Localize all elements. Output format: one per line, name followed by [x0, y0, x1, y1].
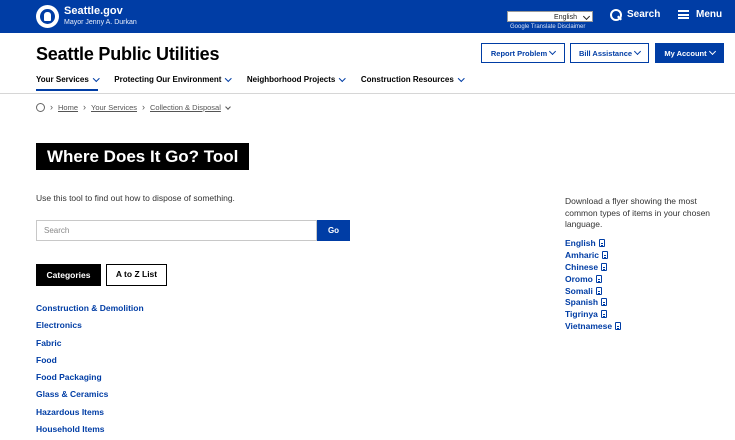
- nav-your-services[interactable]: Your Services: [36, 74, 100, 91]
- flyer-link-label: Chinese: [565, 261, 599, 272]
- page-title: Where Does It Go? Tool: [36, 143, 250, 170]
- nav-label: Your Services: [36, 75, 89, 84]
- flyer-link-spanish[interactable]: Spanish: [565, 296, 621, 308]
- category-list: Construction & Demolition Electronics Fa…: [36, 303, 144, 440]
- report-problem-label: Report Problem: [490, 48, 548, 58]
- document-icon: [602, 250, 609, 259]
- category-link[interactable]: Glass & Ceramics: [36, 389, 144, 406]
- search-icon: [610, 9, 622, 21]
- chevron-down-icon: [634, 47, 642, 56]
- report-problem-button[interactable]: Report Problem: [481, 43, 565, 63]
- nav-construction-resources[interactable]: Construction Resources: [360, 74, 465, 84]
- city-seal-icon[interactable]: [36, 5, 59, 28]
- flyer-link-vietnamese[interactable]: Vietnamese: [565, 320, 622, 332]
- flyer-link-english[interactable]: English: [565, 237, 621, 249]
- bill-assistance-label: Bill Assistance: [578, 48, 633, 58]
- chevron-down-icon: [457, 74, 465, 82]
- site-name-link[interactable]: Seattle.gov: [64, 5, 123, 18]
- global-menu-button[interactable]: Menu: [678, 9, 722, 20]
- tab-categories[interactable]: Categories: [36, 264, 101, 286]
- breadcrumb-home[interactable]: Home: [58, 103, 78, 112]
- flyer-link-tigrinya[interactable]: Tigrinya: [565, 308, 621, 320]
- go-button[interactable]: Go: [317, 220, 350, 241]
- my-account-label: My Account: [664, 48, 707, 58]
- breadcrumb-your-services[interactable]: Your Services: [91, 103, 137, 112]
- flyer-link-label: Vietnamese: [565, 321, 613, 332]
- language-select-value: English: [554, 14, 577, 21]
- language-select[interactable]: English: [507, 11, 593, 22]
- category-link[interactable]: Hazardous Items: [36, 407, 144, 424]
- translate-disclaimer-link[interactable]: Google Translate Disclaimer: [510, 24, 585, 30]
- flyer-link-label: Somali: [565, 285, 593, 296]
- globe-icon[interactable]: [36, 103, 45, 112]
- nav-label: Protecting Our Environment: [114, 75, 222, 84]
- nav-label: Neighborhood Projects: [246, 75, 336, 84]
- department-title[interactable]: Seattle Public Utilities: [36, 44, 219, 65]
- document-icon: [615, 322, 622, 331]
- global-menu-label: Menu: [696, 9, 723, 20]
- flyer-link-label: Oromo: [565, 273, 593, 284]
- chevron-right-icon: ›: [50, 102, 53, 112]
- chevron-down-icon: [339, 74, 346, 82]
- chevron-down-icon: [549, 47, 557, 56]
- flyer-link-label: Spanish: [565, 297, 599, 308]
- flyer-link-label: Tigrinya: [565, 309, 598, 320]
- flyer-language-list: English Amharic Chinese Oromo Somali Spa…: [565, 237, 622, 332]
- flyer-link-label: Amharic: [565, 249, 600, 260]
- document-icon: [595, 274, 602, 283]
- global-search-button[interactable]: Search: [610, 9, 661, 21]
- global-search-label: Search: [627, 9, 661, 20]
- global-top-bar: Seattle.gov Mayor Jenny A. Durkan Englis…: [0, 0, 735, 33]
- chevron-down-icon: [708, 47, 716, 56]
- category-link[interactable]: Construction & Demolition: [36, 303, 144, 320]
- category-link[interactable]: Food Packaging: [36, 372, 144, 389]
- main-navigation: Your Services Protecting Our Environment…: [36, 74, 465, 91]
- flyer-link-oromo[interactable]: Oromo: [565, 273, 621, 285]
- nav-label: Construction Resources: [360, 75, 454, 84]
- chevron-down-icon: [225, 74, 232, 82]
- chevron-down-icon[interactable]: [225, 103, 231, 110]
- breadcrumb-collection-disposal[interactable]: Collection & Disposal: [150, 103, 221, 112]
- document-icon: [598, 238, 605, 247]
- nav-protecting-environment[interactable]: Protecting Our Environment: [114, 74, 232, 84]
- flyer-link-chinese[interactable]: Chinese: [565, 261, 621, 273]
- document-icon: [601, 298, 608, 307]
- hamburger-icon: [678, 10, 689, 19]
- category-link[interactable]: Fabric: [36, 338, 144, 355]
- search-input[interactable]: Search: [36, 220, 317, 241]
- chevron-right-icon: ›: [142, 102, 146, 112]
- flyer-intro-text: Download a flyer showing the most common…: [565, 196, 711, 229]
- category-link[interactable]: Electronics: [36, 320, 144, 337]
- intro-text: Use this tool to find out how to dispose…: [36, 193, 235, 203]
- chevron-down-icon: [582, 12, 591, 21]
- nav-neighborhood-projects[interactable]: Neighborhood Projects: [246, 74, 346, 84]
- flyer-link-amharic[interactable]: Amharic: [565, 249, 621, 261]
- chevron-down-icon: [92, 74, 100, 82]
- category-link[interactable]: Household Items: [36, 424, 144, 440]
- tab-a-to-z[interactable]: A to Z List: [106, 264, 167, 286]
- my-account-button[interactable]: My Account: [655, 43, 724, 63]
- breadcrumb: › Home › Your Services › Collection & Di…: [36, 102, 231, 112]
- bill-assistance-button[interactable]: Bill Assistance: [570, 43, 649, 63]
- nav-divider: [0, 93, 735, 94]
- document-icon: [601, 262, 608, 271]
- category-link[interactable]: Food: [36, 355, 144, 372]
- flyer-link-somali[interactable]: Somali: [565, 285, 621, 297]
- document-icon: [595, 286, 602, 295]
- flyer-link-label: English: [565, 237, 596, 248]
- document-icon: [600, 310, 607, 319]
- mayor-name: Mayor Jenny A. Durkan: [64, 19, 137, 26]
- chevron-right-icon: ›: [83, 102, 87, 112]
